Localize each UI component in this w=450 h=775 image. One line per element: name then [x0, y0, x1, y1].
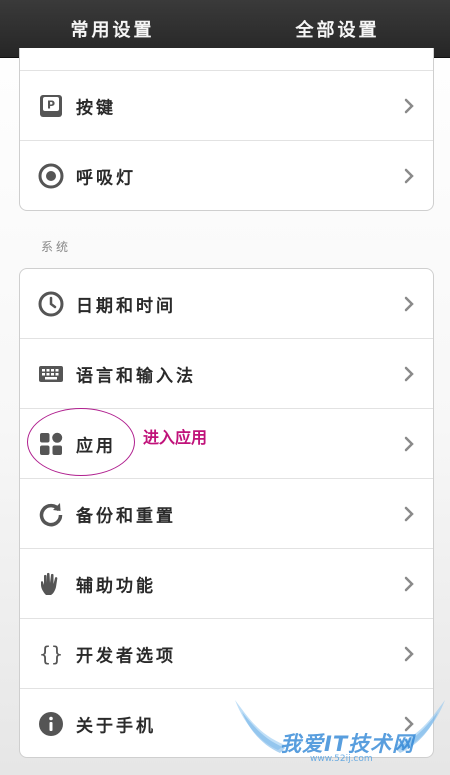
list-item-backup-reset[interactable]: 备份和重置: [20, 479, 433, 549]
list-item-partial[interactable]: [20, 48, 433, 71]
hand-icon: [38, 571, 64, 597]
annotation-ellipse: [27, 408, 135, 476]
settings-group-device: P 按键 呼吸灯: [19, 48, 434, 211]
list-item-label: 呼吸灯: [76, 168, 136, 189]
list-item-label: 辅助功能: [76, 576, 156, 596]
chevron-right-icon: [403, 506, 415, 522]
chevron-right-icon: [403, 168, 415, 184]
chevron-right-icon: [403, 576, 415, 592]
annotation-text: 进入应用: [143, 428, 208, 447]
chevron-right-icon: [403, 436, 415, 452]
chevron-right-icon: [403, 98, 415, 114]
list-item-label: 关于手机: [76, 716, 156, 737]
chevron-right-icon: [403, 716, 415, 732]
list-item-developer-options[interactable]: {} 开发者选项: [20, 619, 433, 689]
refresh-icon: [38, 501, 64, 527]
settings-group-system: 日期和时间 语言和输入法 应用 备份和重置 辅助功能 {} 开发者选项 关于手机: [19, 268, 434, 758]
chevron-right-icon: [403, 646, 415, 662]
chevron-right-icon: [403, 296, 415, 312]
list-item-label: 日期和时间: [76, 296, 176, 316]
section-header-system: 系统: [41, 240, 72, 254]
clock-icon: [38, 291, 64, 317]
list-item-accessibility[interactable]: 辅助功能: [20, 549, 433, 619]
braces-icon: {}: [38, 641, 64, 667]
list-item-label: 备份和重置: [76, 506, 176, 526]
chevron-right-icon: [403, 366, 415, 382]
list-item-language-input[interactable]: 语言和输入法: [20, 339, 433, 409]
breathing-light-icon: [38, 163, 64, 189]
list-item-label: 按键: [76, 98, 116, 118]
keyboard-icon: [38, 361, 64, 387]
list-item-about-phone[interactable]: 关于手机: [20, 689, 433, 757]
list-item-breathing-light[interactable]: 呼吸灯: [20, 141, 433, 210]
list-item-label: 开发者选项: [76, 646, 176, 666]
list-item-keys[interactable]: P 按键: [20, 71, 433, 141]
list-item-label: 语言和输入法: [76, 366, 196, 386]
list-item-date-time[interactable]: 日期和时间: [20, 269, 433, 339]
svg-text:{}: {}: [39, 642, 63, 666]
key-p-icon: P: [38, 93, 64, 119]
svg-text:P: P: [47, 98, 55, 111]
info-icon: [38, 711, 64, 737]
